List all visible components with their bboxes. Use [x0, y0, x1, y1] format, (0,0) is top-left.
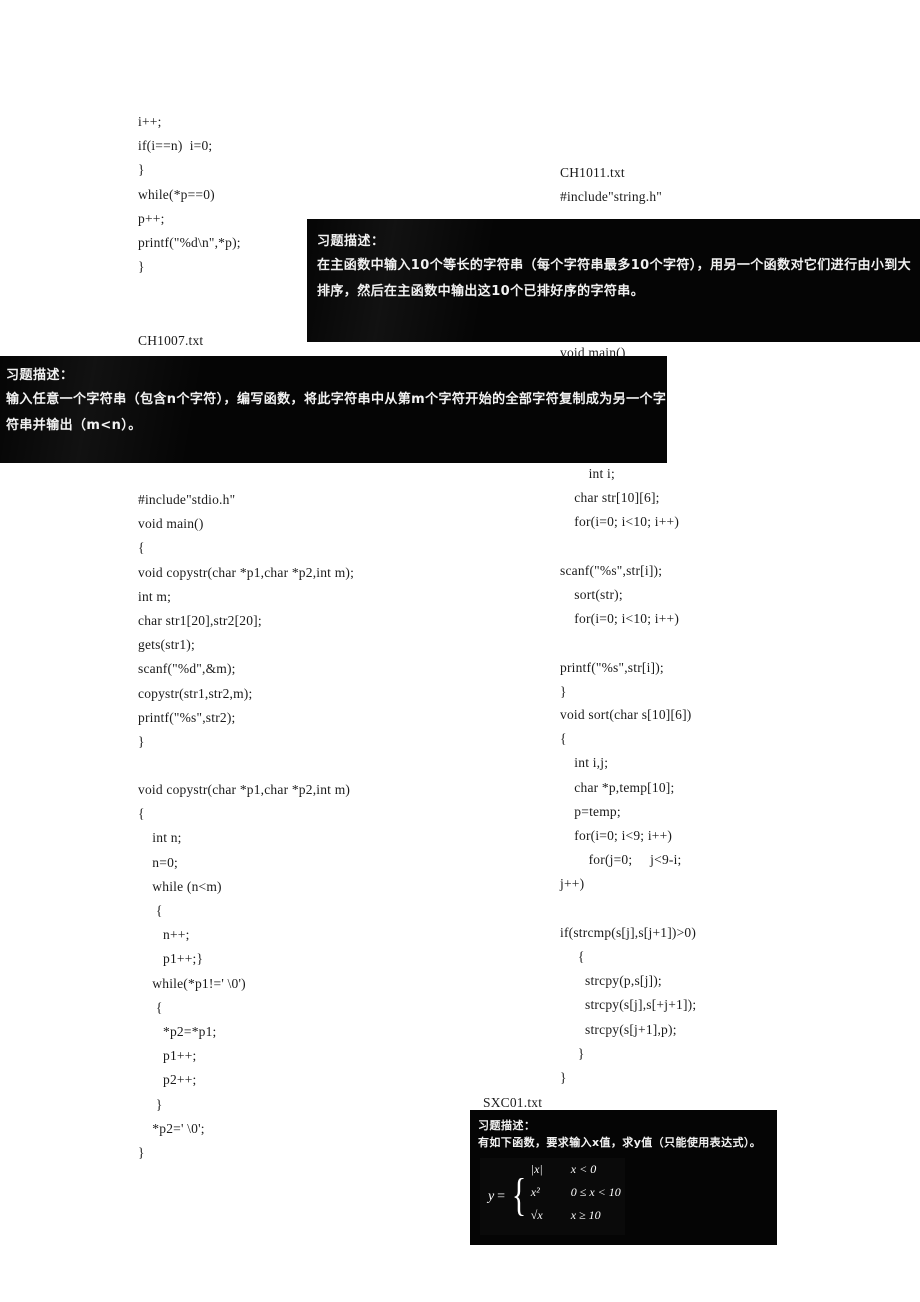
formula-row: x² 0 ≤ x < 10 [531, 1185, 621, 1208]
formula-expression: √x [530, 1208, 543, 1222]
formula-expression: |x| [530, 1162, 543, 1176]
formula-row: |x| x < 0 [531, 1162, 621, 1185]
description-title: 习题描述： [478, 1119, 536, 1132]
piecewise-formula: y = { |x| x < 0 x² 0 ≤ x < 10 √x x ≥ 10 [480, 1158, 625, 1235]
left-code-block-top: i++; if(i==n) i=0; } while(*p==0) p++; p… [138, 114, 241, 275]
formula-equals: = [496, 1188, 506, 1204]
formula-row: √x x ≥ 10 [531, 1208, 621, 1231]
file-label-ch1011: CH1011.txt [560, 165, 625, 180]
description-body: 输入任意一个字符串（包含n个字符），编写函数，将此字符串中从第m个字符开始的全部… [6, 392, 667, 433]
left-code-block-main: #include"stdio.h" void main() { void cop… [138, 492, 355, 750]
description-box-sxc01: 习题描述： 有如下函数，要求输入x值，求y值（只能使用表达式）。 y = { |… [470, 1110, 777, 1245]
description-box-ch1011: 习题描述： 在主函数中输入10个等长的字符串（每个字符串最多10个字符），用另一… [307, 219, 920, 342]
right-code-block-sort: void sort(char s[10][6]) { int i,j; char… [560, 707, 697, 1086]
formula-expression: x² [530, 1185, 540, 1199]
left-code-block-copystr: void copystr(char *p1,char *p2,int m) { … [138, 782, 351, 1161]
formula-condition: 0 ≤ x < 10 [570, 1185, 621, 1199]
description-box-ch1007: 习题描述： 输入任意一个字符串（包含n个字符），编写函数，将此字符串中从第m个字… [0, 356, 667, 463]
description-body: 有如下函数，要求输入x值，求y值（只能使用表达式）。 [478, 1136, 762, 1149]
description-body: 在主函数中输入10个等长的字符串（每个字符串最多10个字符），用另一个函数对它们… [317, 258, 912, 299]
description-title: 习题描述： [6, 368, 74, 383]
description-title: 习题描述： [317, 234, 385, 249]
formula-lhs: y [488, 1188, 495, 1204]
right-include-line: #include"string.h" [560, 189, 662, 204]
formula-condition: x ≥ 10 [570, 1208, 601, 1222]
formula-brace-icon: { [511, 1169, 526, 1220]
file-label-ch1007: CH1007.txt [138, 333, 204, 348]
formula-condition: x < 0 [570, 1162, 597, 1176]
